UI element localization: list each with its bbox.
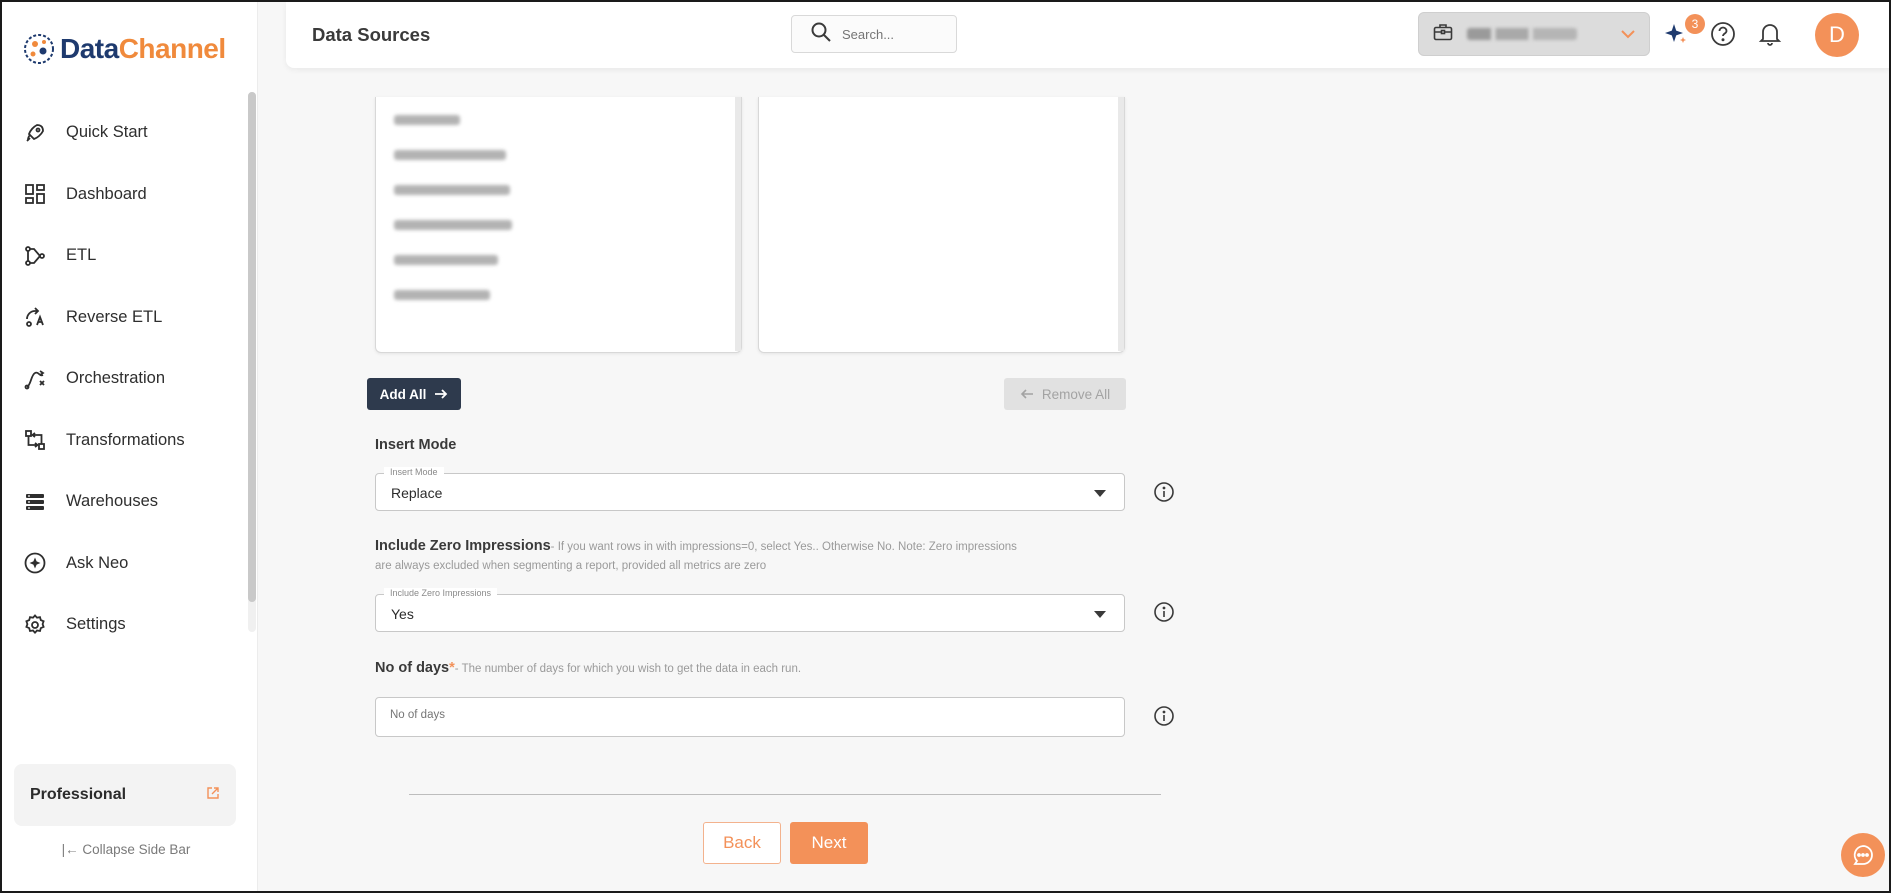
sidebar-item-label: Transformations [66, 430, 185, 449]
help-icon[interactable] [1709, 20, 1737, 48]
insert-mode-heading: Insert Mode [375, 437, 456, 453]
logo-globe-icon [22, 32, 56, 66]
caret-down-icon [1094, 490, 1106, 497]
orchestration-icon [22, 366, 48, 392]
workspace-select[interactable] [1418, 12, 1650, 56]
gear-icon [22, 612, 48, 638]
zero-impressions-select[interactable]: Include Zero Impressions Yes [375, 588, 1125, 632]
arrow-right-icon [434, 387, 448, 401]
sidebar-item-etl[interactable]: ETL [0, 225, 246, 287]
list-item-redacted[interactable] [394, 115, 460, 125]
available-fields-list[interactable] [375, 97, 742, 353]
sidebar-item-label: Settings [66, 615, 126, 634]
collapse-sidebar-label: Collapse Side Bar [82, 842, 191, 857]
briefcase-icon [1433, 23, 1453, 46]
transformations-icon [22, 427, 48, 453]
insert-mode-floating-label: Insert Mode [384, 467, 444, 477]
zero-impressions-heading-text: Include Zero Impressions [375, 538, 551, 554]
sidebar-item-settings[interactable]: Settings [0, 594, 246, 656]
no-of-days-hint: - The number of days for which you wish … [454, 663, 802, 675]
sidebar-item-label: Orchestration [66, 369, 166, 388]
no-of-days-input[interactable] [390, 709, 990, 721]
selected-fields-list[interactable] [758, 97, 1125, 353]
collapse-sidebar-button[interactable]: |← Collapse Side Bar [0, 842, 252, 857]
sidebar-item-label: Ask Neo [66, 553, 129, 572]
sidebar-item-label: Reverse ETL [66, 307, 163, 326]
sidebar-item-ask-neo[interactable]: Ask Neo [0, 533, 246, 595]
warehouses-icon [22, 489, 48, 515]
sidebar-item-label: Quick Start [66, 123, 148, 142]
search-icon [810, 21, 832, 48]
list-scrollbar[interactable] [1118, 97, 1124, 351]
plan-name: Professional [30, 786, 127, 803]
caret-down-icon [1094, 611, 1106, 618]
list-item-redacted[interactable] [394, 185, 510, 195]
info-icon[interactable] [1153, 705, 1175, 727]
user-avatar[interactable]: D [1815, 13, 1859, 57]
sidebar-item-label: Warehouses [66, 492, 159, 511]
sidebar-item-label: ETL [66, 246, 97, 265]
sidebar-item-warehouses[interactable]: Warehouses [0, 471, 246, 533]
remove-all-label: Remove All [1041, 386, 1111, 402]
sidebar-item-orchestration[interactable]: Orchestration [0, 348, 246, 410]
back-button[interactable]: Back [703, 822, 781, 864]
add-all-label: Add All [379, 386, 427, 402]
chat-bubble-icon [1851, 843, 1875, 867]
plan-card[interactable]: Professional [14, 764, 236, 826]
dashboard-icon [22, 181, 48, 207]
remove-all-button[interactable]: Remove All [1004, 378, 1126, 410]
info-icon[interactable] [1153, 601, 1175, 623]
list-scrollbar[interactable] [735, 97, 741, 351]
sidebar-item-quick-start[interactable]: Quick Start [0, 102, 246, 164]
sidebar: DataChannel Quick Start Dashboard ETL Re… [0, 0, 258, 893]
list-item-redacted[interactable] [394, 290, 490, 300]
next-button[interactable]: Next [790, 822, 868, 864]
page-title: Data Sources [312, 24, 431, 45]
info-icon[interactable] [1153, 481, 1175, 503]
insert-mode-value: Replace [391, 485, 443, 501]
zero-impressions-floating-label: Include Zero Impressions [384, 588, 498, 598]
sidebar-item-label: Dashboard [66, 184, 147, 203]
zero-impressions-value: Yes [391, 606, 414, 622]
external-link-icon[interactable] [206, 786, 220, 805]
search-input[interactable] [842, 26, 942, 42]
top-header: Data Sources 3 D [286, 2, 1891, 68]
sidebar-scrollbar-thumb[interactable] [248, 92, 256, 602]
brand-name: DataChannel [60, 33, 226, 64]
etl-icon [22, 243, 48, 269]
workspace-name-redacted [1467, 28, 1577, 40]
brand-logo[interactable]: DataChannel [22, 32, 226, 66]
zero-impressions-hint: - If you want rows in with impressions=0… [550, 541, 1017, 553]
list-item-redacted[interactable] [394, 255, 498, 265]
bell-icon[interactable] [1756, 20, 1784, 48]
sidebar-item-transformations[interactable]: Transformations [0, 410, 246, 472]
no-of-days-heading: No of days*- The number of days for whic… [375, 660, 801, 676]
arrow-left-icon [1020, 387, 1034, 401]
chat-support-button[interactable] [1841, 833, 1885, 877]
sidebar-item-dashboard[interactable]: Dashboard [0, 164, 246, 226]
no-of-days-heading-text: No of days [375, 660, 450, 676]
no-of-days-field[interactable] [375, 697, 1125, 737]
zero-impressions-hint-line2: are always excluded when segmenting a re… [375, 560, 767, 572]
form-divider [409, 794, 1161, 795]
list-item-redacted[interactable] [394, 150, 506, 160]
rocket-icon [22, 120, 48, 146]
sparkle-icon [22, 550, 48, 576]
reverse-etl-icon [22, 304, 48, 330]
search-box[interactable] [791, 15, 957, 53]
insert-mode-select[interactable]: Insert Mode Replace [375, 467, 1125, 511]
zero-impressions-heading: Include Zero Impressions- If you want ro… [375, 538, 1017, 554]
sidebar-item-reverse-etl[interactable]: Reverse ETL [0, 287, 246, 349]
notification-count-badge: 3 [1685, 14, 1705, 34]
collapse-arrow-icon: |← [61, 842, 79, 857]
sidebar-nav: Quick Start Dashboard ETL Reverse ETL Or… [0, 102, 246, 656]
insert-mode-heading-text: Insert Mode [375, 437, 457, 453]
add-all-button[interactable]: Add All [367, 378, 461, 410]
chevron-down-icon [1619, 25, 1637, 48]
list-item-redacted[interactable] [394, 220, 512, 230]
